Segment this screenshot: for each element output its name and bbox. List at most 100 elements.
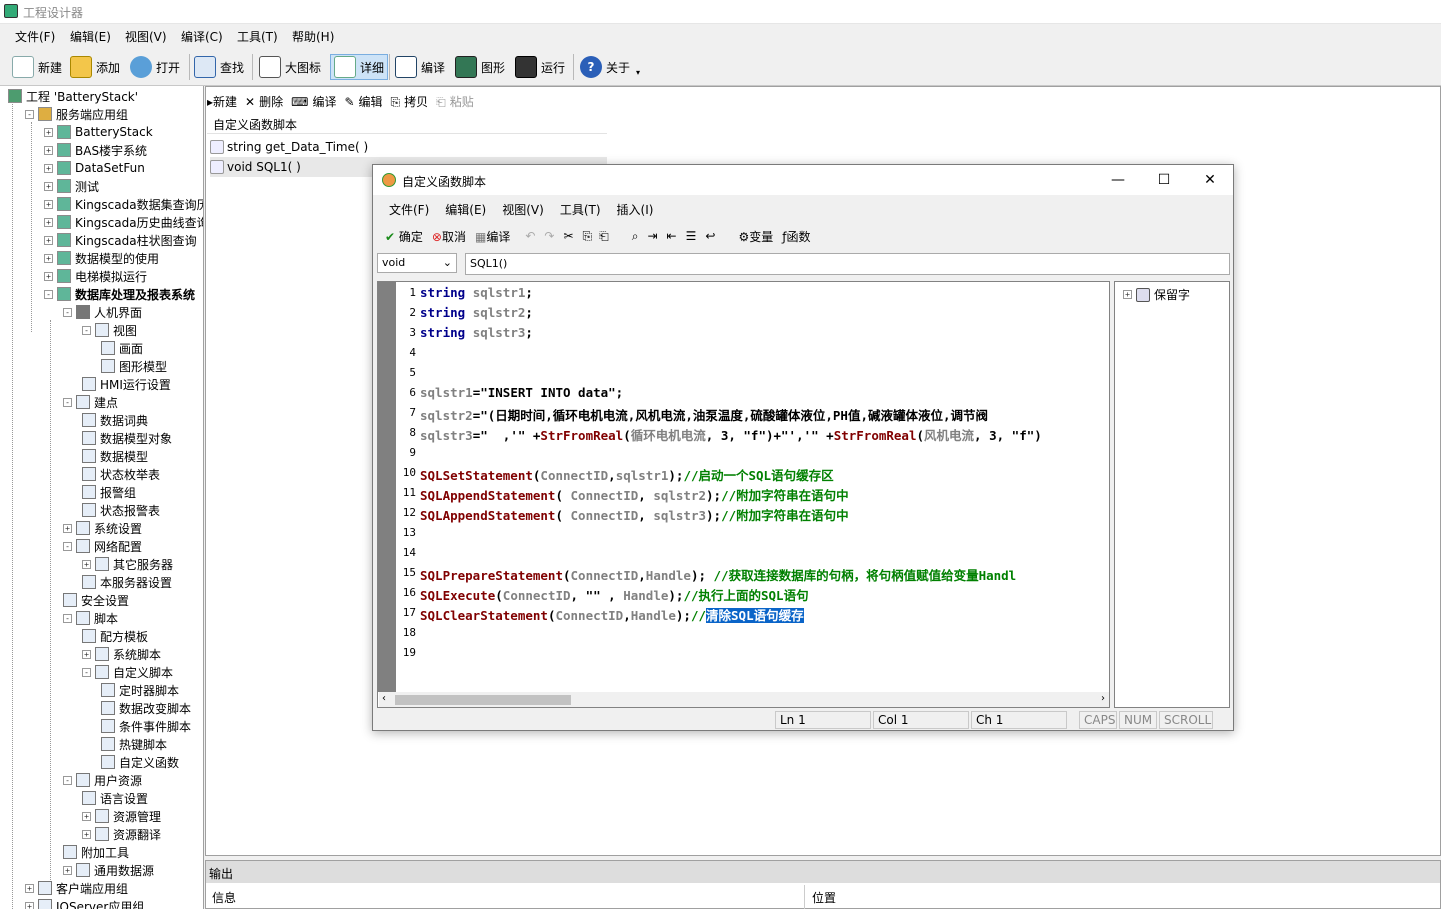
output-col-info[interactable]: 信息 [212,889,236,906]
code-line[interactable]: sqlstr2="(日期时间,循环电机电流,风机电流,油泵温度,硫酸罐体液位,P… [420,405,988,424]
pane-paste-button[interactable]: ⎗ 粘贴 [436,93,478,110]
collapse-icon[interactable]: - [63,307,72,317]
tree-item[interactable]: 定时器脚本 [101,681,179,699]
collapse-icon[interactable]: - [63,613,72,623]
function-signature-field[interactable]: SQL1() [465,253,1230,275]
tree-item[interactable]: 报警组 [82,483,136,501]
output-col-position[interactable]: 位置 [812,889,836,906]
tree-item[interactable]: + 系统脚本 [82,645,161,663]
large-icons-button[interactable]: 大图标 [259,54,321,80]
dlg-menu-insert[interactable]: 插入(I) [617,201,654,218]
tree-item[interactable]: - 视图 [82,321,137,339]
tree-item[interactable]: - 服务端应用组 [25,105,128,123]
copy-icon[interactable]: ⎘ [583,229,593,244]
dlg-menu-file[interactable]: 文件(F) [389,201,429,218]
tree-item[interactable]: 数据改变脚本 [101,699,191,717]
function-list-header[interactable]: 自定义函数脚本 [207,114,607,134]
tree-item[interactable]: + BAS楼宇系统 [44,141,147,159]
scroll-right-icon[interactable]: › [1101,693,1105,704]
find-button[interactable]: 查找 [194,54,244,80]
dlg-menu-edit[interactable]: 编辑(E) [445,201,486,218]
tree-item[interactable]: 数据模型对象 [82,429,172,447]
code-line[interactable]: string sqlstr2; [420,305,533,320]
collapse-icon[interactable]: - [82,667,91,677]
expand-icon[interactable]: + [82,559,91,569]
expand-icon[interactable]: + [44,181,53,191]
pane-new-button[interactable]: ▸新建 [207,93,241,110]
minimize-icon[interactable]: — [1095,165,1141,195]
code-line[interactable]: SQLAppendStatement( ConnectID, sqlstr3);… [420,505,849,524]
undo-icon[interactable]: ↶ [525,229,535,243]
tree-item[interactable]: 工程 'BatteryStack' [8,87,138,105]
dlg-menu-tools[interactable]: 工具(T) [560,201,601,218]
tree-item[interactable]: + 系统设置 [63,519,142,537]
tree-item[interactable]: + BatteryStack [44,123,153,141]
tree-item[interactable]: 图形模型 [101,357,167,375]
expand-icon[interactable]: + [82,829,91,839]
return-type-select[interactable]: void ⌄ [377,253,457,273]
ok-button[interactable]: ✔ 确定 [385,228,423,245]
tree-item[interactable]: + 数据模型的使用 [44,249,159,267]
code-line[interactable]: SQLAppendStatement( ConnectID, sqlstr2);… [420,485,849,504]
cancel-button[interactable]: ⊗取消 [432,228,466,245]
find-replace-icon[interactable]: ⌕ [632,229,639,244]
code-line[interactable]: SQLPrepareStatement(ConnectID,Handle); /… [420,565,1016,584]
horizontal-scrollbar[interactable]: ‹ › [379,692,1109,707]
expand-icon[interactable]: + [44,235,53,245]
tree-item[interactable]: + 测试 [44,177,99,195]
tree-item[interactable]: - 脚本 [63,609,118,627]
tree-item[interactable]: + Kingscada数据集查询历史 [44,195,203,213]
details-button[interactable]: 详细 [330,54,389,80]
tree-item[interactable]: + Kingscada柱状图查询 [44,231,197,249]
code-line[interactable]: string sqlstr3; [420,325,533,340]
tree-item[interactable]: 附加工具 [63,843,129,861]
tree-item[interactable]: 数据模型 [82,447,148,465]
maximize-icon[interactable]: ☐ [1141,165,1187,195]
cut-icon[interactable]: ✂ [563,229,573,243]
tree-item[interactable]: - 用户资源 [63,771,142,789]
new-button[interactable]: 新建 [12,54,62,80]
expand-icon[interactable]: + [25,901,34,909]
graphics-button[interactable]: 图形 [455,54,505,80]
expand-icon[interactable]: + [44,127,53,137]
tree-item[interactable]: 数据词典 [82,411,148,429]
function-item[interactable]: string get_Data_Time( ) [210,137,368,157]
open-button[interactable]: 打开 [130,54,180,80]
collapse-icon[interactable]: - [63,775,72,785]
tree-item[interactable]: 状态报警表 [82,501,160,519]
tree-item[interactable]: + IOServer应用组 [25,897,144,909]
code-line[interactable]: SQLSetStatement(ConnectID,sqlstr1);//启动一… [420,465,834,484]
tree-item[interactable]: + 通用数据源 [63,861,154,879]
pane-delete-button[interactable]: ✕ 删除 [245,93,287,110]
tree-item[interactable]: + DataSetFun [44,159,145,177]
tree-item[interactable]: 状态枚举表 [82,465,160,483]
collapse-icon[interactable]: - [82,325,91,335]
align-icon[interactable]: ☰ [686,229,697,243]
collapse-icon[interactable]: - [63,397,72,407]
tree-item[interactable]: 自定义函数 [101,753,179,771]
tree-item[interactable]: - 自定义脚本 [82,663,173,681]
code-line[interactable]: string sqlstr1; [420,285,533,300]
add-button[interactable]: 添加 [70,54,120,80]
expand-icon[interactable]: + [25,883,34,893]
outdent-icon[interactable]: ⇤ [667,229,677,243]
indent-icon[interactable]: ⇥ [647,229,657,243]
expand-icon[interactable]: + [44,271,53,281]
expand-icon[interactable]: + [44,217,53,227]
code-line[interactable]: SQLExecute(ConnectID, "" , Handle);//执行上… [420,585,809,604]
expand-icon[interactable]: + [63,523,72,533]
function-button[interactable]: ƒ函数 [782,228,810,245]
tree-item[interactable]: + 电梯模拟运行 [44,267,147,285]
expand-icon[interactable]: + [63,865,72,875]
comment-icon[interactable]: ↩ [705,229,715,243]
expand-icon[interactable]: + [44,163,53,173]
reserved-words-node[interactable]: + 保留字 [1123,286,1190,303]
paste-icon[interactable]: ⎗ [599,229,609,244]
dlg-compile-button[interactable]: ▦编译 [475,228,510,245]
menu-file[interactable]: 文件(F) [15,28,55,45]
pane-copy-button[interactable]: ⎘ 拷贝 [391,93,433,110]
tree-item[interactable]: + 资源管理 [82,807,161,825]
expand-icon[interactable]: + [82,649,91,659]
menu-help[interactable]: 帮助(H) [292,28,334,45]
collapse-icon[interactable]: - [25,109,34,119]
